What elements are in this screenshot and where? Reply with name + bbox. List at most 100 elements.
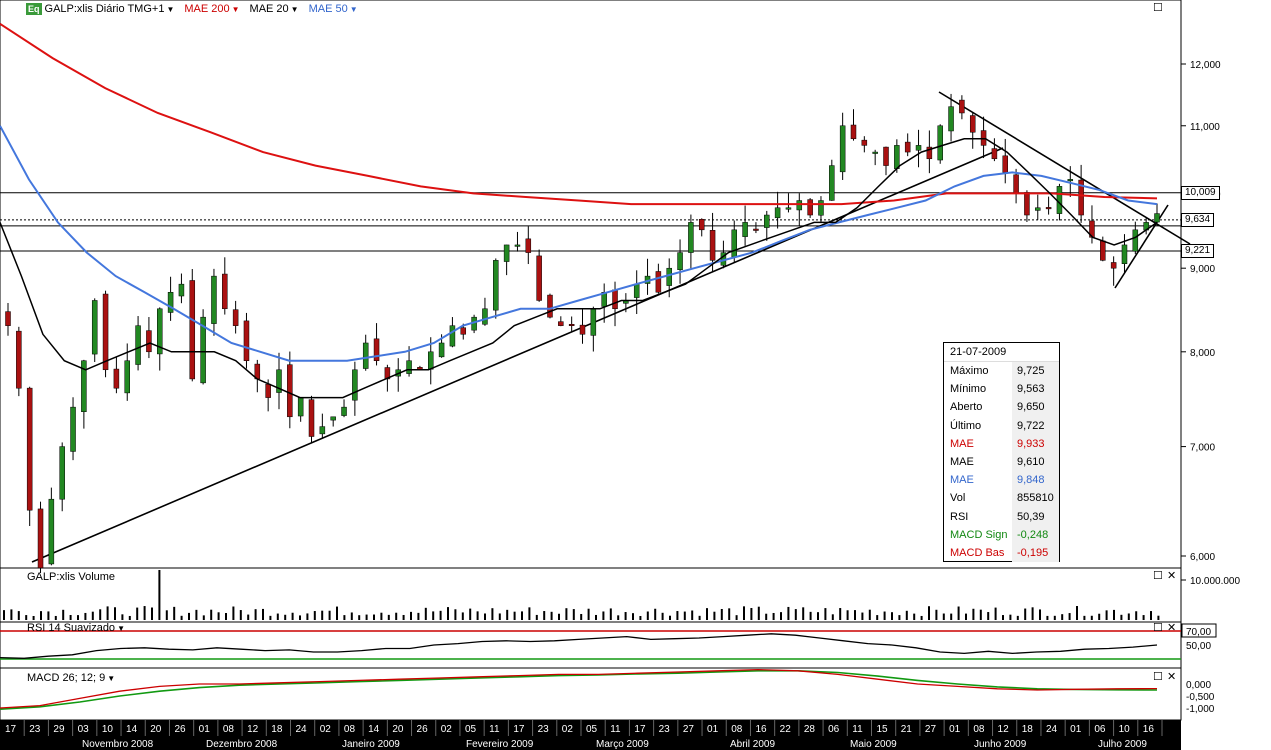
volume-bar	[1105, 610, 1108, 620]
day-tick-label: 12	[998, 724, 1010, 735]
info-row: MACD Sign -0,248	[944, 525, 1059, 544]
day-tick-label: 14	[368, 724, 380, 735]
legend-ma20[interactable]: MAE 20 ▼	[250, 3, 299, 15]
volume-bar	[698, 615, 701, 620]
candle-body	[514, 244, 521, 247]
info-row: Vol 855810	[944, 489, 1059, 508]
month-label: Maio 2009	[850, 739, 897, 750]
info-key: MAE	[950, 455, 974, 468]
day-tick-label: 05	[586, 724, 598, 735]
info-date: 21-07-2009	[944, 343, 1059, 362]
month-label: Março 2009	[596, 739, 649, 750]
volume-bar	[506, 609, 509, 620]
info-row: Aberto 9,650	[944, 398, 1059, 417]
info-value: 9,610	[1012, 452, 1059, 472]
symbol-label[interactable]: GALP:xlis Diário TMG+1 ▼	[45, 3, 175, 15]
day-tick-label: 26	[174, 724, 186, 735]
macd-pane-title[interactable]: MACD 26; 12; 9 ▼	[27, 672, 115, 684]
dropdown-arrow-icon[interactable]: ▼	[291, 5, 299, 14]
dropdown-arrow-icon[interactable]: ▼	[232, 5, 240, 14]
volume-bar	[720, 608, 723, 620]
info-key: Aberto	[950, 401, 983, 414]
info-key: MACD Bas	[950, 546, 1005, 559]
ma200-line	[0, 22, 1158, 206]
volume-bar	[965, 613, 967, 620]
candle-body	[91, 300, 98, 355]
info-row: Máximo 9,725	[944, 362, 1059, 381]
candle-body	[915, 145, 922, 151]
dropdown-arrow-icon[interactable]: ▼	[107, 674, 115, 683]
candle-body	[232, 309, 239, 326]
volume-bar	[743, 606, 745, 620]
candle-body	[146, 330, 152, 353]
candle-body	[807, 199, 813, 216]
candle-body	[861, 139, 868, 146]
maximize-icon[interactable]: ☐	[1153, 672, 1163, 683]
candle-body	[167, 292, 174, 313]
candle-body	[16, 330, 22, 389]
day-tick-label: 18	[1022, 724, 1034, 735]
month-label: Abril 2009	[730, 739, 775, 750]
volume-bar	[772, 612, 775, 620]
candle-body	[612, 289, 618, 310]
maximize-icon[interactable]: ☐	[1153, 3, 1163, 14]
day-tick-label: 12	[247, 724, 259, 735]
rsi-pane-title[interactable]: RSI 14 Suavizado ▼	[27, 622, 125, 634]
day-tick-label: 02	[441, 724, 453, 735]
volume-bar	[128, 615, 131, 620]
volume-bar	[54, 615, 57, 620]
volume-pane	[0, 567, 1182, 623]
dropdown-arrow-icon[interactable]: ▼	[166, 5, 174, 14]
dropdown-arrow-icon[interactable]: ▼	[350, 5, 358, 14]
price-tick-label: 8,000	[1190, 348, 1215, 359]
downtrend-line[interactable]	[938, 91, 1191, 245]
info-key: MAE	[950, 437, 974, 450]
candle-body	[102, 293, 109, 371]
info-key: Último	[950, 419, 982, 432]
legend-ma50[interactable]: MAE 50 ▼	[309, 3, 358, 15]
volume-bar	[861, 612, 864, 620]
volume-bar	[661, 612, 664, 620]
maximize-icon[interactable]: ☐	[1153, 571, 1163, 582]
volume-bar	[787, 606, 790, 620]
day-tick-label: 02	[562, 724, 574, 735]
price-tag-9221: 9,221	[1181, 244, 1215, 258]
volume-bar	[25, 615, 28, 620]
month-label: Fevereiro 2009	[466, 739, 534, 750]
candle-body	[406, 360, 412, 374]
volume-bar	[410, 611, 412, 620]
volume-bar	[1046, 615, 1049, 620]
info-value: 9,650	[1012, 398, 1059, 417]
volume-bar	[1076, 606, 1078, 620]
close-icon[interactable]: ✕	[1167, 672, 1176, 683]
volume-bar	[1113, 609, 1115, 620]
volume-bar	[913, 613, 916, 620]
long-uptrend-line[interactable]	[31, 147, 1004, 563]
info-value: 9,563	[1012, 380, 1059, 399]
dropdown-arrow-icon[interactable]: ▼	[117, 624, 125, 633]
candle-body	[308, 399, 315, 437]
legend-ma200[interactable]: MAE 200 ▼	[184, 3, 239, 15]
close-icon[interactable]: ✕	[1167, 623, 1176, 634]
volume-bar	[905, 610, 908, 620]
rsi-tick-label: 50,00	[1186, 641, 1211, 652]
volume-bar	[476, 611, 479, 620]
day-tick-label: 08	[731, 724, 743, 735]
candle-body	[330, 416, 336, 421]
day-tick-label: 24	[296, 724, 308, 735]
volume-bar	[77, 615, 79, 620]
volume-bar	[935, 609, 938, 620]
maximize-icon[interactable]: ☐	[1153, 623, 1163, 634]
info-row: MAE 9,610	[944, 452, 1059, 472]
info-value: -0,195	[1012, 543, 1059, 563]
price-tick-label: 6,000	[1190, 552, 1215, 563]
close-icon[interactable]: ✕	[1167, 571, 1176, 582]
day-tick-label: 08	[344, 724, 356, 735]
info-row: Mínimo 9,563	[944, 380, 1059, 399]
candle-body	[633, 283, 640, 298]
volume-bar	[883, 611, 886, 620]
volume-bar	[920, 615, 923, 620]
day-tick-label: 24	[1046, 724, 1058, 735]
volume-bar	[543, 611, 546, 620]
volume-bar	[373, 614, 375, 620]
